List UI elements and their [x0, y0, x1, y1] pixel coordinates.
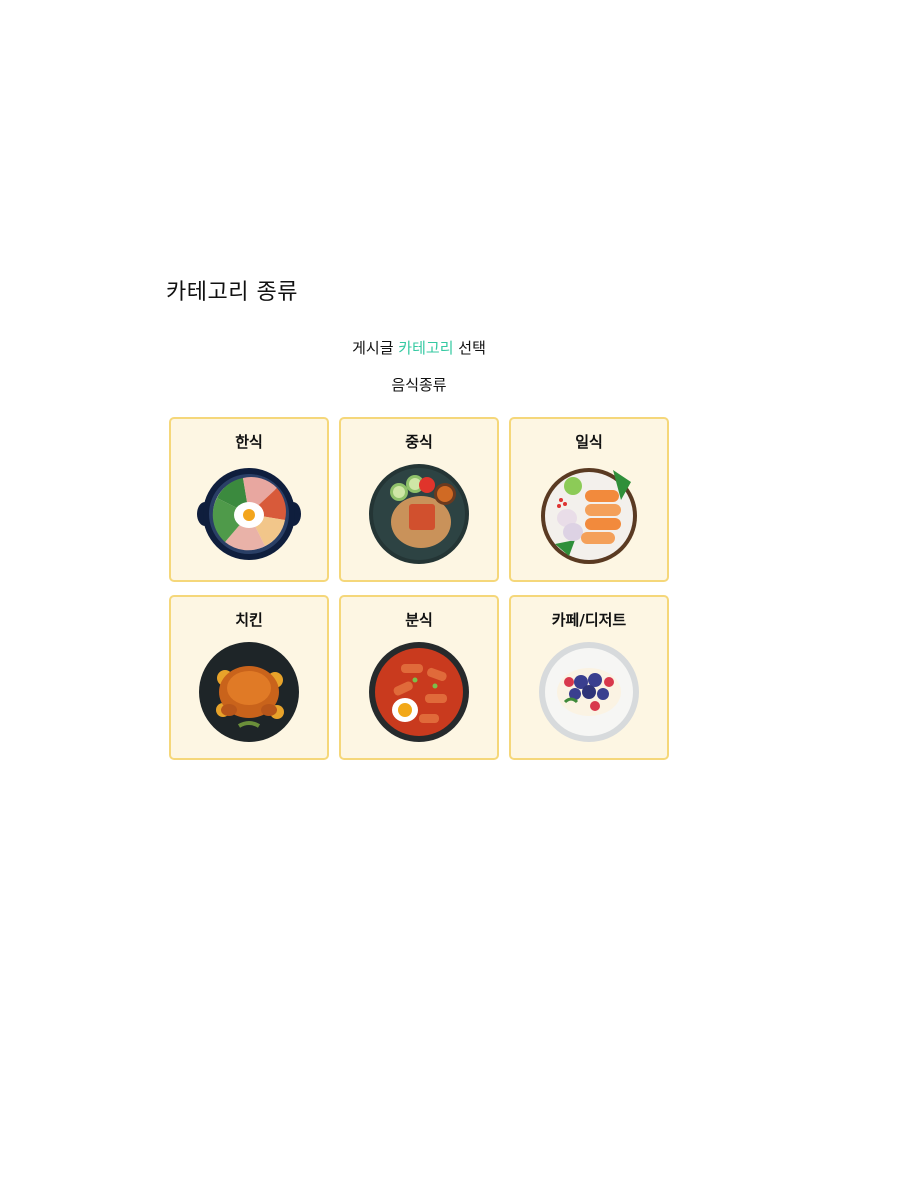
- category-label: 중식: [405, 433, 433, 451]
- page-title: 카테고리 종류: [166, 280, 298, 305]
- category-card-snack[interactable]: 분식: [339, 595, 499, 760]
- category-label: 한식: [235, 433, 263, 451]
- roast-chicken-icon: [199, 642, 299, 742]
- heading-prefix: 게시글: [352, 339, 394, 357]
- salmon-sashimi-icon: [541, 468, 637, 564]
- category-card-japanese[interactable]: 일식: [509, 417, 669, 582]
- tteokbokki-icon: [369, 642, 469, 742]
- heading-suffix: 선택: [458, 339, 486, 357]
- bibimbap-icon: [197, 468, 301, 560]
- category-card-chicken[interactable]: 치킨: [169, 595, 329, 760]
- category-card-korean[interactable]: 한식: [169, 417, 329, 582]
- category-card-chinese[interactable]: 중식: [339, 417, 499, 582]
- category-label: 카페/디저트: [551, 611, 627, 629]
- berry-dessert-icon: [539, 642, 639, 742]
- category-card-cafe-dessert[interactable]: 카페/디저트: [509, 595, 669, 760]
- category-label: 분식: [405, 611, 433, 629]
- heading-accent: 카테고리: [398, 339, 454, 357]
- category-label: 치킨: [235, 611, 263, 629]
- category-label: 일식: [575, 433, 603, 451]
- category-select-heading: 게시글 카테고리 선택: [0, 337, 838, 358]
- fried-rice-icon: [369, 464, 469, 564]
- category-grid: 한식 중식 일식 치킨 분식 카페/디저트: [169, 417, 669, 760]
- food-type-label: 음식종류: [391, 376, 447, 394]
